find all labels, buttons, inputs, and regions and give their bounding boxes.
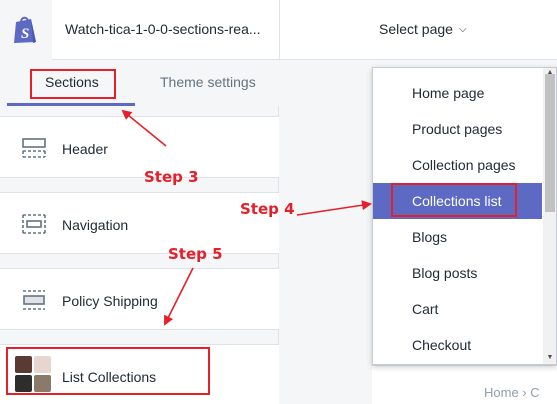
annotation-arrow-step-4 [296,200,372,216]
header-layout-icon [22,138,46,158]
section-item-policy-shipping[interactable]: Policy Shipping [0,268,279,330]
section-item-navigation[interactable]: Navigation [0,192,279,254]
annotation-step-3: Step 3 [144,168,199,186]
menu-item-collection-pages[interactable]: Collection pages [373,147,542,183]
navigation-layout-icon [22,214,46,234]
scroll-up-arrow-icon[interactable]: ▲ [544,69,556,76]
theme-title: Watch-tica-1-0-0-sections-rea... [65,21,261,37]
svg-text:S: S [21,26,29,42]
annotation-step-4: Step 4 [240,200,295,218]
shopify-logo-icon: S [14,16,36,43]
logo-container[interactable]: S [0,0,52,60]
menu-item-cart[interactable]: Cart [373,291,542,327]
section-label: Policy Shipping [62,293,158,309]
annotation-box-list-collections [6,347,210,395]
menu-item-product-pages[interactable]: Product pages [373,111,542,147]
top-bar: S Watch-tica-1-0-0-sections-rea... Selec… [0,0,557,60]
select-page-dropdown[interactable]: Select page ⌵ [379,21,467,37]
menu-item-blogs[interactable]: Blogs [373,219,542,255]
section-label: Header [62,141,108,157]
annotation-box-sections-tab [30,69,116,99]
menu-item-blog-posts[interactable]: Blog posts [373,255,542,291]
chevron-down-icon: ⌵ [458,24,467,35]
scrollbar-thumb[interactable] [545,74,555,212]
menu-item-home-page[interactable]: Home page [373,75,542,111]
section-item-header[interactable]: Header [0,116,279,178]
header-divider [279,0,280,60]
scroll-down-arrow-icon[interactable]: ▼ [544,354,556,361]
tab-theme-settings[interactable]: Theme settings [160,74,256,90]
policy-layout-icon [23,290,45,310]
breadcrumb: Home › C [484,385,540,400]
annotation-step-5: Step 5 [168,245,223,263]
select-page-label: Select page [379,21,453,37]
menu-item-checkout[interactable]: Checkout [373,327,542,363]
active-tab-indicator [7,103,135,106]
annotation-box-collections-list [391,183,517,217]
section-label: Navigation [62,217,129,233]
